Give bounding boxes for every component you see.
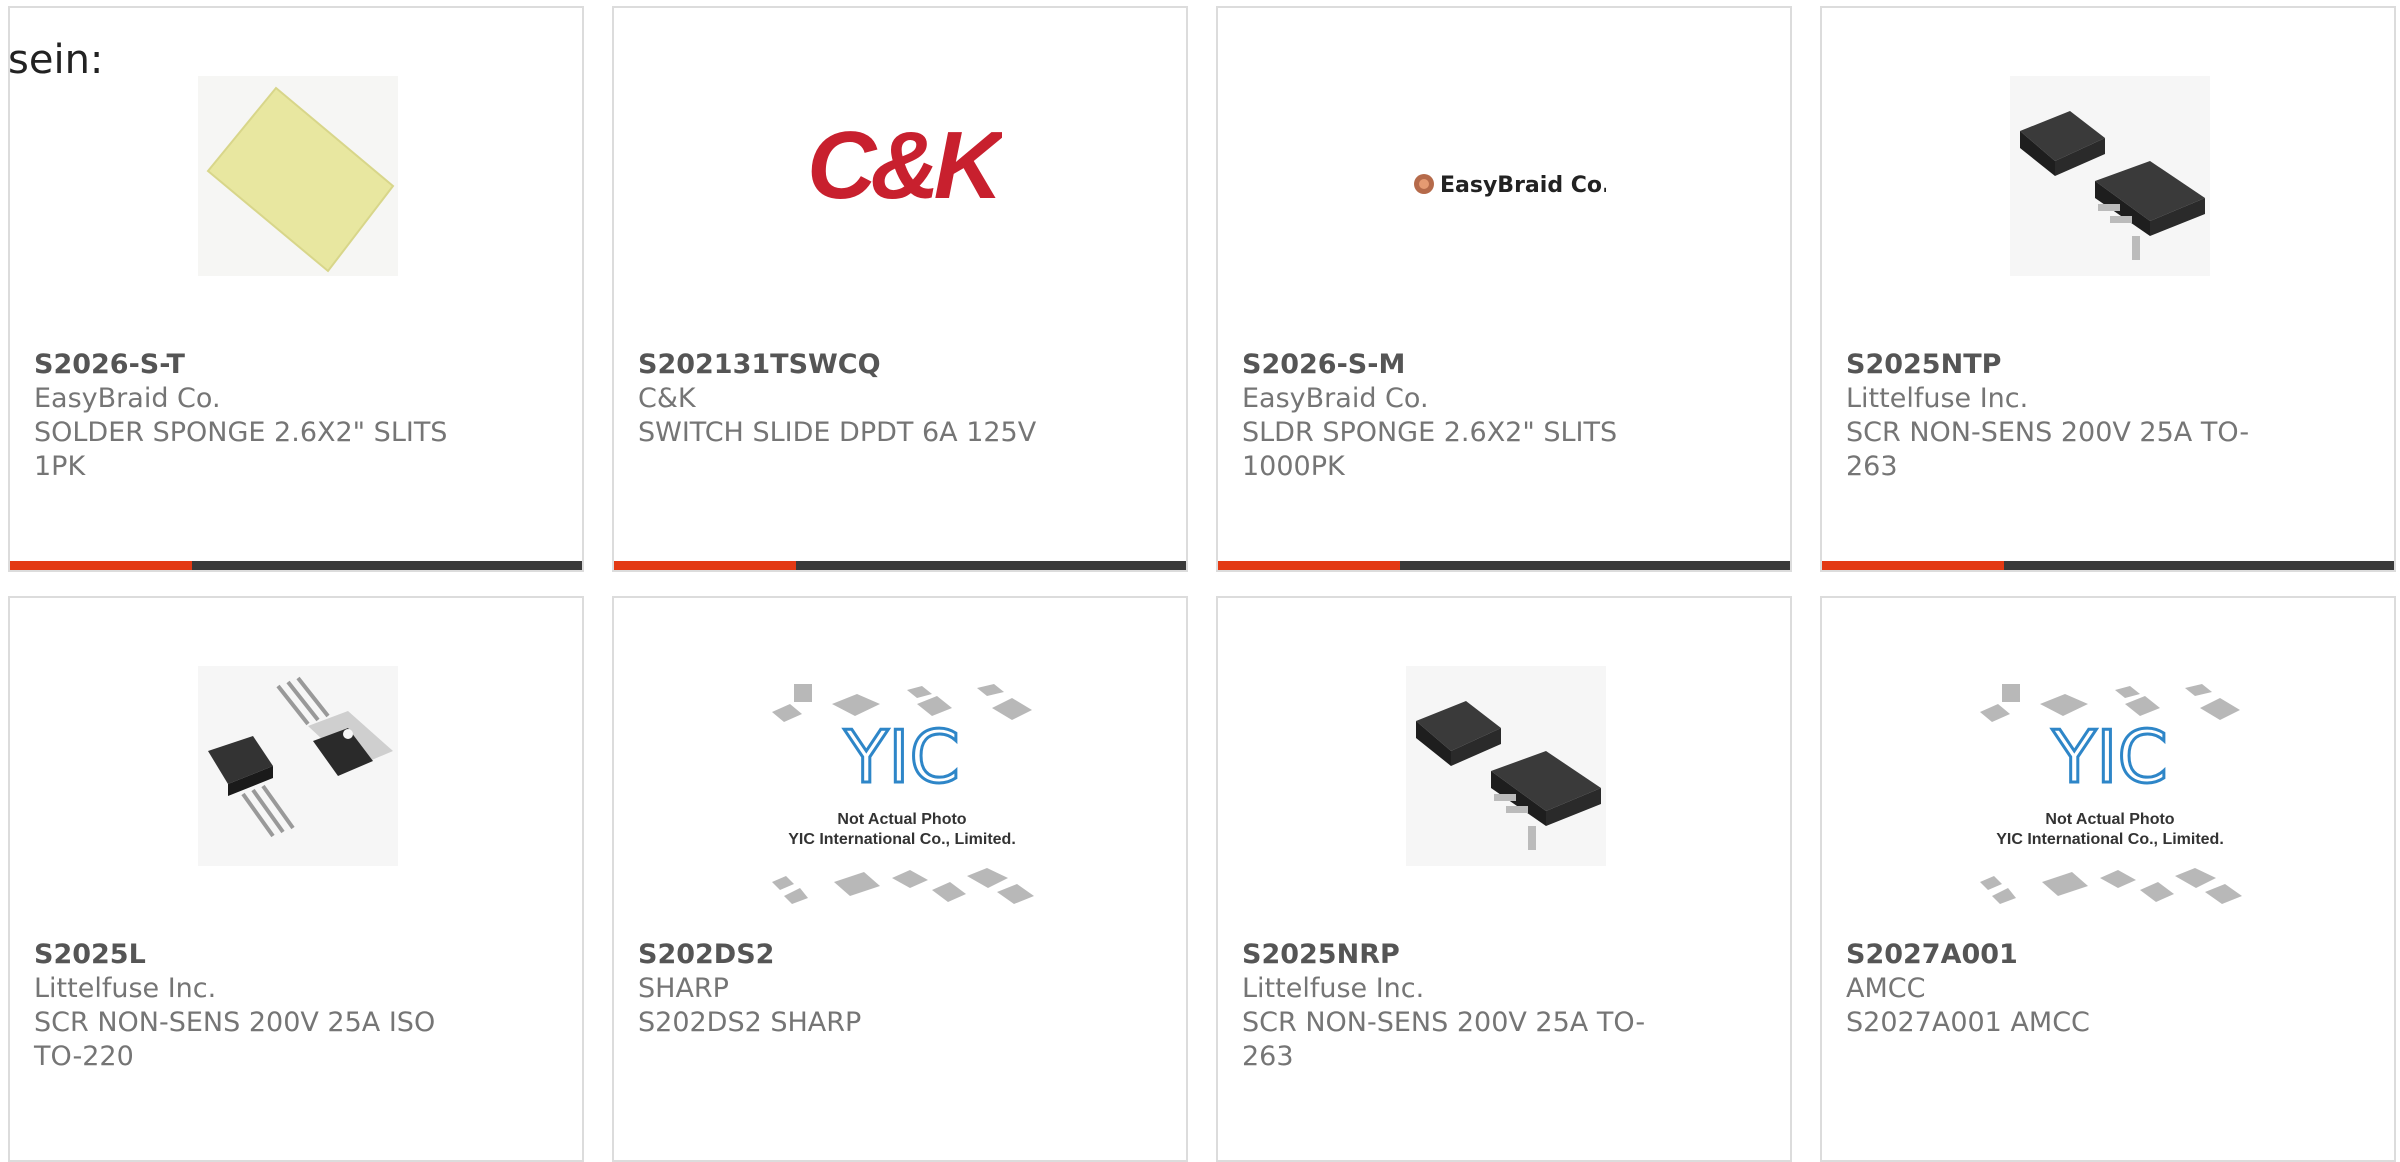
- intro-text: sein:: [8, 37, 104, 83]
- product-grid: S2026-S-T EasyBraid Co. SOLDER SPONGE 2.…: [8, 6, 2400, 1162]
- yic-placeholder-image: YIC Not Actual Photo YIC International C…: [1980, 684, 2242, 904]
- placeholder-line1: Not Actual Photo: [837, 811, 966, 828]
- card-bottom-bar: [1218, 561, 1790, 570]
- part-number[interactable]: S2026-S-T: [34, 348, 554, 382]
- description: S202DS2 SHARP: [638, 1007, 862, 1038]
- product-card[interactable]: EasyBraid Co. S2026-S-M EasyBraid Co. SL…: [1216, 6, 1792, 572]
- to263-package-image: [2010, 76, 2210, 276]
- product-image[interactable]: YIC Not Actual Photo YIC International C…: [762, 682, 1042, 922]
- product-image[interactable]: YIC Not Actual Photo YIC International C…: [1970, 682, 2250, 922]
- ck-logo-text: C&K: [807, 112, 1002, 219]
- placeholder-line2: YIC International Co., Limited.: [788, 831, 1016, 848]
- placeholder-line1: Not Actual Photo: [2045, 811, 2174, 828]
- ck-logo-image: C&K: [807, 112, 1002, 219]
- part-number[interactable]: S202131TSWCQ: [638, 348, 1158, 382]
- easybraid-logo-text: EasyBraid Co.: [1440, 173, 1606, 198]
- product-image[interactable]: EasyBraid Co.: [1406, 76, 1606, 276]
- card-accent: [1218, 561, 1400, 570]
- description: SWITCH SLIDE DPDT 6A 125V: [638, 417, 1037, 448]
- card-bottom-bar: [1822, 561, 2394, 570]
- part-number[interactable]: S2025NRP: [1242, 938, 1762, 972]
- svg-text:YIC: YIC: [843, 715, 960, 799]
- product-image[interactable]: [198, 76, 398, 276]
- product-image[interactable]: [2010, 76, 2210, 276]
- card-accent: [614, 561, 796, 570]
- to263-package-image: [1406, 666, 1606, 866]
- card-accent: [10, 561, 192, 570]
- placeholder-line2: YIC International Co., Limited.: [1996, 831, 2224, 848]
- easybraid-logo-image: EasyBraid Co.: [1414, 173, 1606, 198]
- product-card[interactable]: YIC Not Actual Photo YIC International C…: [612, 596, 1188, 1162]
- manufacturer: Littelfuse Inc.: [1242, 973, 1425, 1004]
- product-card[interactable]: C&K S202131TSWCQ C&K SWITCH SLIDE DPDT 6…: [612, 6, 1188, 572]
- part-number[interactable]: S2027A001: [1846, 938, 2366, 972]
- manufacturer: C&K: [638, 383, 696, 414]
- svg-text:YIC: YIC: [2051, 715, 2168, 799]
- part-number[interactable]: S2025NTP: [1846, 348, 2366, 382]
- card-bottom-bar: [614, 561, 1186, 570]
- part-number[interactable]: S202DS2: [638, 938, 1158, 972]
- description: S2027A001 AMCC: [1846, 1007, 2090, 1038]
- manufacturer: EasyBraid Co.: [1242, 383, 1429, 414]
- product-card[interactable]: S2025L Littelfuse Inc. SCR NON-SENS 200V…: [8, 596, 584, 1162]
- description: SLDR SPONGE 2.6X2" SLITS 1000PK: [1242, 417, 1618, 482]
- product-card[interactable]: S2025NRP Littelfuse Inc. SCR NON-SENS 20…: [1216, 596, 1792, 1162]
- to220-package-image: [198, 666, 398, 866]
- description: SCR NON-SENS 200V 25A ISO TO-220: [34, 1007, 436, 1072]
- description: SCR NON-SENS 200V 25A TO-263: [1846, 417, 2250, 482]
- manufacturer: AMCC: [1846, 973, 1926, 1004]
- product-card[interactable]: S2026-S-T EasyBraid Co. SOLDER SPONGE 2.…: [8, 6, 584, 572]
- manufacturer: Littelfuse Inc.: [1846, 383, 2029, 414]
- card-bottom-bar: [10, 561, 582, 570]
- part-number[interactable]: S2025L: [34, 938, 554, 972]
- manufacturer: EasyBraid Co.: [34, 383, 221, 414]
- manufacturer: Littelfuse Inc.: [34, 973, 217, 1004]
- product-card[interactable]: S2025NTP Littelfuse Inc. SCR NON-SENS 20…: [1820, 6, 2396, 572]
- description: SOLDER SPONGE 2.6X2" SLITS 1PK: [34, 417, 448, 482]
- part-number[interactable]: S2026-S-M: [1242, 348, 1762, 382]
- manufacturer: SHARP: [638, 973, 729, 1004]
- product-card[interactable]: YIC Not Actual Photo YIC International C…: [1820, 596, 2396, 1162]
- product-image[interactable]: [198, 666, 398, 866]
- description: SCR NON-SENS 200V 25A TO-263: [1242, 1007, 1646, 1072]
- product-image[interactable]: C&K: [802, 76, 1002, 276]
- yic-placeholder-image: YIC Not Actual Photo YIC International C…: [772, 684, 1034, 904]
- yellow-sponge-image: [198, 76, 398, 276]
- card-accent: [1822, 561, 2004, 570]
- product-image[interactable]: [1406, 666, 1606, 866]
